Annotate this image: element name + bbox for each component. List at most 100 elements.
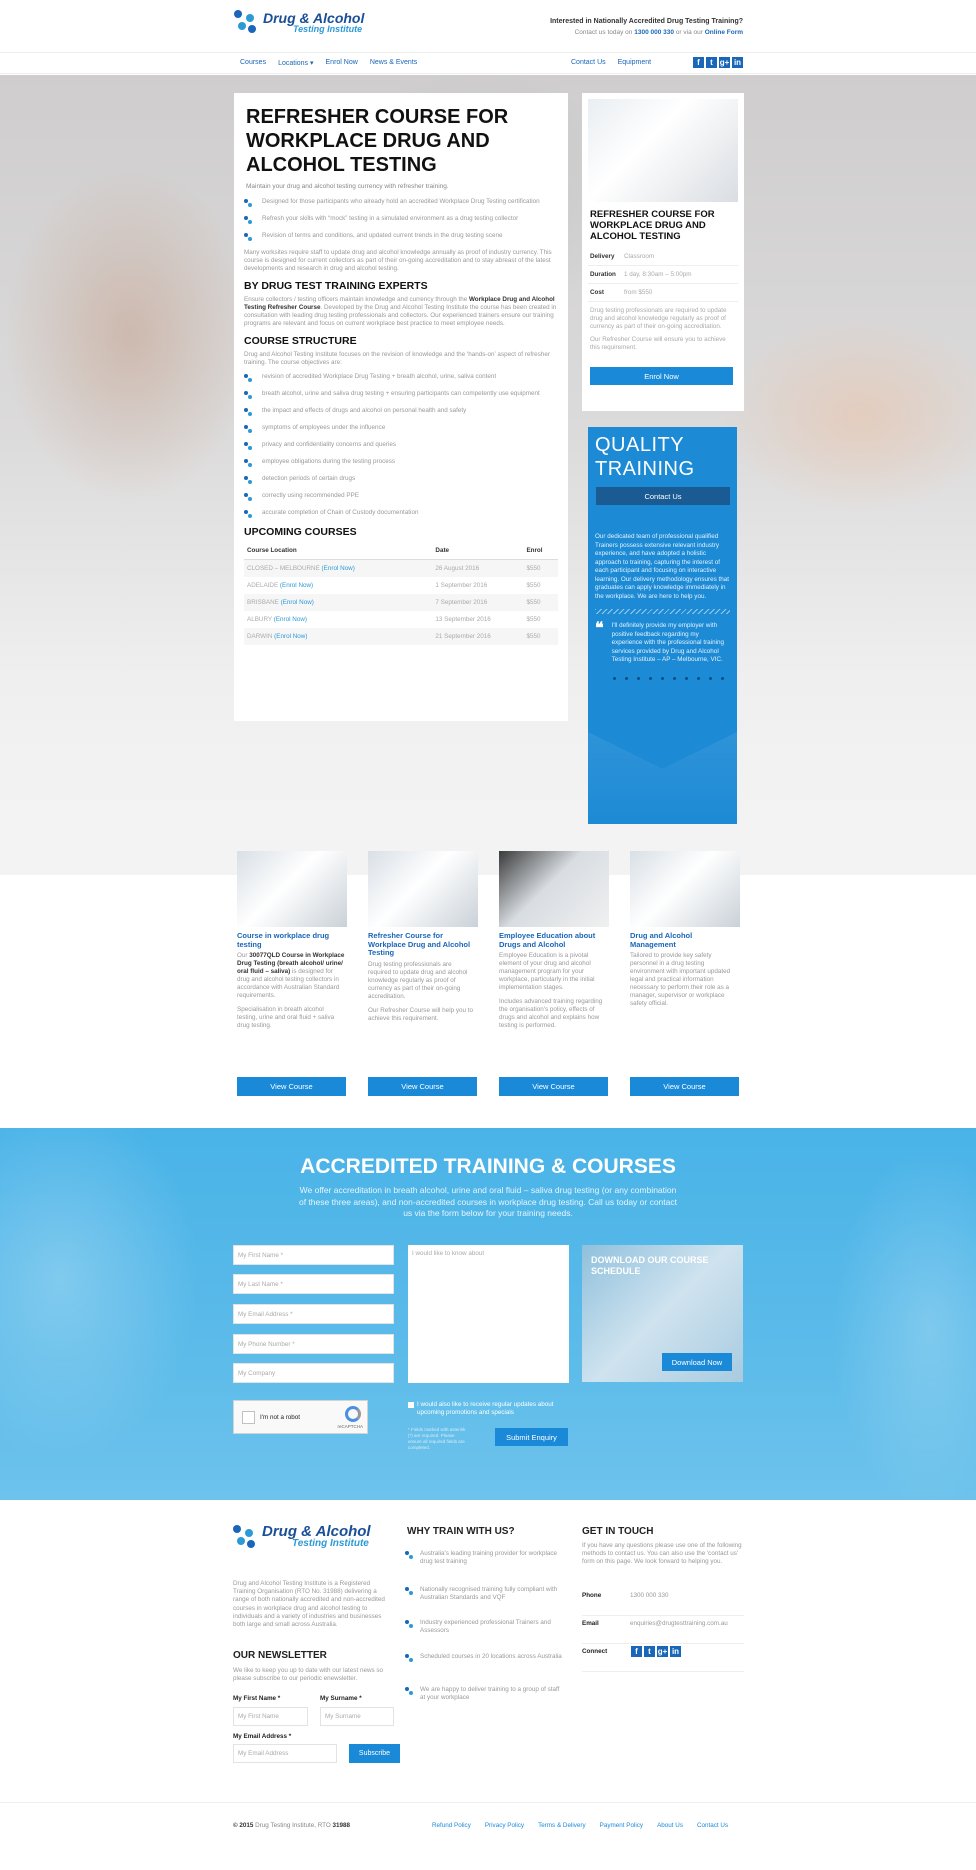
footer-logo[interactable]: Drug & Alcohol Testing Institute (233, 1524, 371, 1549)
message-textarea[interactable]: I would like to know about (408, 1245, 569, 1383)
carousel-dot[interactable] (625, 676, 628, 680)
nav-enrol-now[interactable]: Enrol Now (326, 59, 358, 67)
bullet-icon (405, 1587, 413, 1595)
course-photo (588, 99, 738, 202)
optin-checkbox-row[interactable]: I would also like to receive regular upd… (408, 1401, 578, 1417)
site-header: Drug & Alcohol Testing Institute Interes… (0, 0, 976, 52)
course-text: Our Refresher Course will help you to ac… (368, 1006, 473, 1022)
google-plus-icon[interactable]: g+ (719, 57, 730, 68)
submit-enquiry-button[interactable]: Submit Enquiry (495, 1428, 568, 1446)
course-title[interactable]: Drug and Alcohol Management (630, 931, 740, 949)
course-title[interactable]: Refresher Course for Workplace Drug and … (368, 931, 478, 958)
view-course-button[interactable]: View Course (630, 1077, 739, 1096)
bullet-icon (244, 442, 252, 450)
nav-contact-us[interactable]: Contact Us (571, 59, 606, 66)
nav-courses[interactable]: Courses (240, 59, 266, 67)
list-item: correctly using recommended PPE (244, 492, 558, 501)
contact-us-button[interactable]: Contact Us (596, 487, 730, 505)
enrol-link[interactable]: (Enrol Now) (280, 582, 313, 589)
carousel-dot[interactable] (649, 676, 652, 680)
first-name-field[interactable]: My First Name * (233, 1245, 394, 1265)
view-course-button[interactable]: View Course (499, 1077, 608, 1096)
facebook-icon[interactable]: f (631, 1646, 642, 1657)
linkedin-icon[interactable]: in (670, 1646, 681, 1657)
col-location: Course Location (244, 542, 433, 560)
footer-email[interactable]: enquiries@drugtesttraining.com.au (630, 1620, 728, 1643)
header-contact: Interested in Nationally Accredited Drug… (550, 18, 743, 36)
carousel-dot[interactable] (721, 676, 724, 680)
carousel-dot[interactable] (637, 676, 640, 680)
linkedin-icon[interactable]: in (732, 57, 743, 68)
newsletter-text: We like to keep you up to date with our … (233, 1667, 384, 1682)
enrol-link[interactable]: (Enrol Now) (322, 565, 355, 572)
carousel-dot[interactable] (673, 676, 676, 680)
quality-title-2: TRAINING (595, 458, 695, 480)
optin-checkbox[interactable] (408, 1402, 414, 1408)
google-plus-icon[interactable]: g+ (657, 1646, 668, 1657)
payment-policy-link[interactable]: Payment Policy (600, 1822, 643, 1829)
online-form-link[interactable]: Online Form (705, 29, 743, 36)
testimonial-text: I'll definitely provide my employer with… (611, 622, 724, 663)
header-phone[interactable]: 1300 000 330 (634, 29, 674, 36)
newsletter-surname-input[interactable]: My Surname (320, 1707, 394, 1726)
footer-phone[interactable]: 1300 000 330 (630, 1592, 669, 1615)
company-field[interactable]: My Company (233, 1363, 394, 1383)
article-paragraph: Drug and Alcohol Testing Institute focus… (244, 351, 550, 366)
course-title[interactable]: Course in workplace drug testing (237, 931, 347, 949)
phone-field[interactable]: My Phone Number * (233, 1334, 394, 1354)
about-us-link[interactable]: About Us (657, 1822, 683, 1829)
bullet-icon (405, 1620, 413, 1628)
carousel-dot[interactable] (685, 676, 688, 680)
header-social: f t g+ in (693, 57, 743, 68)
subscribe-button[interactable]: Subscribe (349, 1744, 400, 1763)
facebook-icon[interactable]: f (693, 57, 704, 68)
twitter-icon[interactable]: t (706, 57, 717, 68)
terms-delivery-link[interactable]: Terms & Delivery (538, 1822, 586, 1829)
view-course-button[interactable]: View Course (368, 1077, 477, 1096)
course-card: Refresher Course for Workplace Drug and … (364, 851, 482, 1029)
carousel-dot[interactable] (697, 676, 700, 680)
list-item: Refresh your skills with “mock” testing … (244, 215, 558, 224)
email-label: My Email Address * (233, 1733, 292, 1740)
newsletter-email-input[interactable]: My Email Address (233, 1744, 337, 1763)
captcha-checkbox[interactable] (242, 1411, 255, 1424)
course-text: Tailored to provide key safety personnel… (630, 952, 731, 1007)
logo-line1: Drug & Alcohol (263, 9, 365, 26)
list-item: privacy and confidentiality concerns and… (244, 441, 558, 450)
refund-policy-link[interactable]: Refund Policy (432, 1822, 471, 1829)
phone-row: Phone 1300 000 330 (582, 1592, 744, 1616)
card-row-delivery: Delivery Classroom (588, 248, 738, 266)
list-item: Scheduled courses in 20 locations across… (405, 1653, 565, 1662)
objectives-list: revision of accredited Workplace Drug Te… (244, 373, 558, 518)
list-item: symptoms of employees under the influenc… (244, 424, 558, 433)
nav-news-events[interactable]: News & Events (370, 59, 417, 67)
last-name-field[interactable]: My Last Name * (233, 1274, 394, 1294)
twitter-icon[interactable]: t (644, 1646, 655, 1657)
bullet-icon (244, 408, 252, 416)
list-item: Revision of terms and conditions, and up… (244, 232, 558, 241)
course-title[interactable]: Employee Education about Drugs and Alcoh… (499, 931, 609, 949)
header-question: Interested in Nationally Accredited Drug… (550, 18, 743, 25)
contact-us-link[interactable]: Contact Us (697, 1822, 728, 1829)
nav-equipment[interactable]: Equipment (618, 59, 651, 66)
site-logo[interactable]: Drug & Alcohol Testing Institute (234, 10, 364, 34)
carousel-dot[interactable] (709, 676, 712, 680)
bullet-icon (244, 199, 252, 207)
list-item: the impact and effects of drugs and alco… (244, 407, 558, 416)
view-course-button[interactable]: View Course (237, 1077, 346, 1096)
download-now-button[interactable]: Download Now (662, 1353, 732, 1371)
enrol-now-button[interactable]: Enrol Now (590, 367, 733, 385)
enrol-link[interactable]: (Enrol Now) (281, 599, 314, 606)
download-title: DOWNLOAD OUR COURSE SCHEDULE (591, 1255, 709, 1276)
enrol-link[interactable]: (Enrol Now) (274, 616, 307, 623)
bullet-icon (244, 216, 252, 224)
nav-locations[interactable]: Locations ▾ (278, 59, 313, 67)
email-field[interactable]: My Email Address * (233, 1304, 394, 1324)
carousel-dot[interactable] (661, 676, 664, 680)
enrol-link[interactable]: (Enrol Now) (274, 633, 307, 640)
privacy-policy-link[interactable]: Privacy Policy (485, 1822, 524, 1829)
newsletter-first-name-input[interactable]: My First Name (233, 1707, 308, 1726)
list-item: Designed for those participants who alre… (244, 198, 558, 207)
course-image (368, 851, 478, 927)
carousel-dot[interactable] (613, 676, 616, 680)
